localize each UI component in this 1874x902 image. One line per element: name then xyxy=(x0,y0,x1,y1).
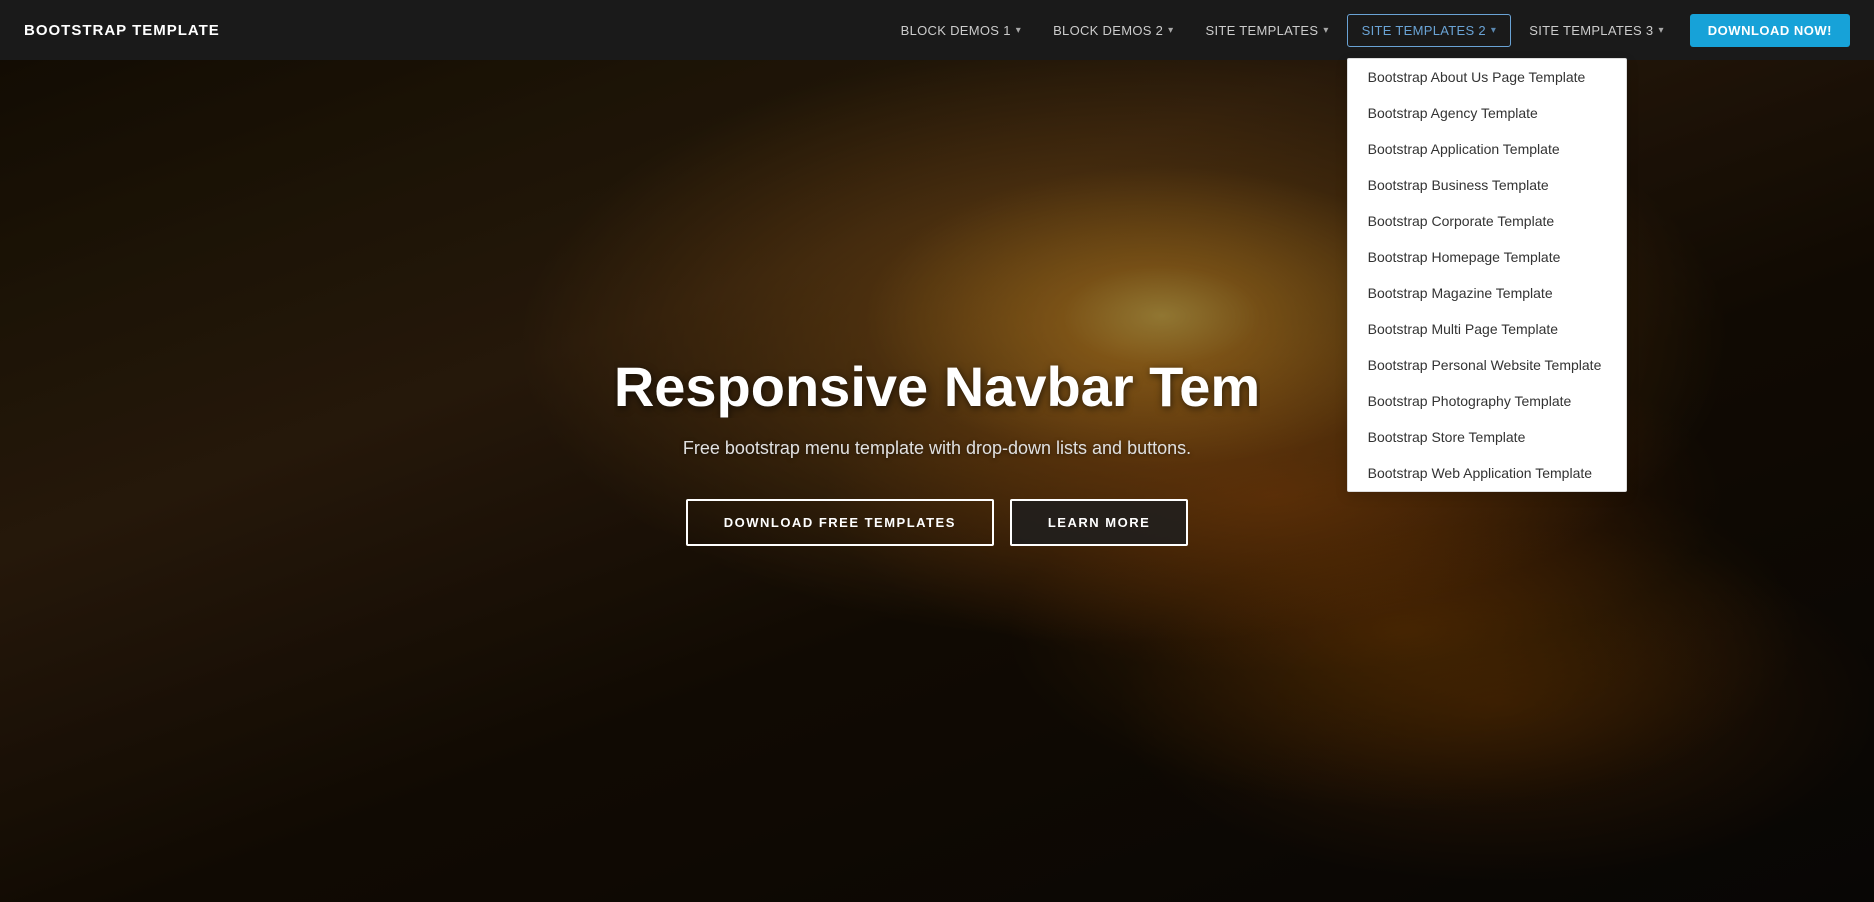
nav-link-site-templates-2[interactable]: SITE TEMPLATES 2 ▾ xyxy=(1347,14,1512,47)
chevron-down-icon: ▾ xyxy=(1168,25,1173,36)
hero-title: Responsive Navbar Tem xyxy=(614,356,1260,418)
download-free-templates-button[interactable]: DOWNLOAD FREE TEMPLATES xyxy=(686,499,994,546)
nav-links: BLOCK DEMOS 1 ▾ BLOCK DEMOS 2 ▾ SITE TEM… xyxy=(887,14,1850,47)
dropdown-item-web-application[interactable]: Bootstrap Web Application Template xyxy=(1348,455,1626,491)
dropdown-item-photography[interactable]: Bootstrap Photography Template xyxy=(1348,383,1626,419)
nav-link-site-templates[interactable]: SITE TEMPLATES ▾ xyxy=(1192,15,1343,46)
dropdown-item-corporate[interactable]: Bootstrap Corporate Template xyxy=(1348,203,1626,239)
hero-buttons: DOWNLOAD FREE TEMPLATES LEARN MORE xyxy=(614,499,1260,546)
chevron-down-icon: ▾ xyxy=(1016,25,1021,36)
nav-item-block-demos-1: BLOCK DEMOS 1 ▾ xyxy=(887,15,1035,46)
chevron-down-icon: ▾ xyxy=(1491,25,1496,36)
dropdown-item-agency[interactable]: Bootstrap Agency Template xyxy=(1348,95,1626,131)
dropdown-item-application[interactable]: Bootstrap Application Template xyxy=(1348,131,1626,167)
learn-more-button[interactable]: LEARN MORE xyxy=(1010,499,1188,546)
nav-link-site-templates-3[interactable]: SITE TEMPLATES 3 ▾ xyxy=(1515,15,1678,46)
nav-link-block-demos-2[interactable]: BLOCK DEMOS 2 ▾ xyxy=(1039,15,1187,46)
dropdown-item-about-us[interactable]: Bootstrap About Us Page Template xyxy=(1348,59,1626,95)
dropdown-item-business[interactable]: Bootstrap Business Template xyxy=(1348,167,1626,203)
download-now-button[interactable]: DOWNLOAD NOW! xyxy=(1690,14,1850,47)
navbar-brand: BOOTSTRAP TEMPLATE xyxy=(24,22,220,39)
hero-subtitle: Free bootstrap menu template with drop-d… xyxy=(614,438,1260,459)
hero-content: Responsive Navbar Tem Free bootstrap men… xyxy=(594,356,1280,546)
nav-link-block-demos-1[interactable]: BLOCK DEMOS 1 ▾ xyxy=(887,15,1035,46)
dropdown-item-multi-page[interactable]: Bootstrap Multi Page Template xyxy=(1348,311,1626,347)
chevron-down-icon: ▾ xyxy=(1323,25,1328,36)
dropdown-item-homepage[interactable]: Bootstrap Homepage Template xyxy=(1348,239,1626,275)
nav-item-site-templates: SITE TEMPLATES ▾ xyxy=(1192,15,1343,46)
nav-item-block-demos-2: BLOCK DEMOS 2 ▾ xyxy=(1039,15,1187,46)
nav-item-site-templates-2: SITE TEMPLATES 2 ▾ Bootstrap About Us Pa… xyxy=(1347,14,1512,47)
dropdown-item-personal-website[interactable]: Bootstrap Personal Website Template xyxy=(1348,347,1626,383)
dropdown-item-magazine[interactable]: Bootstrap Magazine Template xyxy=(1348,275,1626,311)
nav-item-site-templates-3: SITE TEMPLATES 3 ▾ xyxy=(1515,15,1678,46)
chevron-down-icon: ▾ xyxy=(1658,25,1663,36)
site-templates-2-dropdown: Bootstrap About Us Page Template Bootstr… xyxy=(1347,58,1627,492)
navbar: BOOTSTRAP TEMPLATE BLOCK DEMOS 1 ▾ BLOCK… xyxy=(0,0,1874,60)
dropdown-item-store[interactable]: Bootstrap Store Template xyxy=(1348,419,1626,455)
